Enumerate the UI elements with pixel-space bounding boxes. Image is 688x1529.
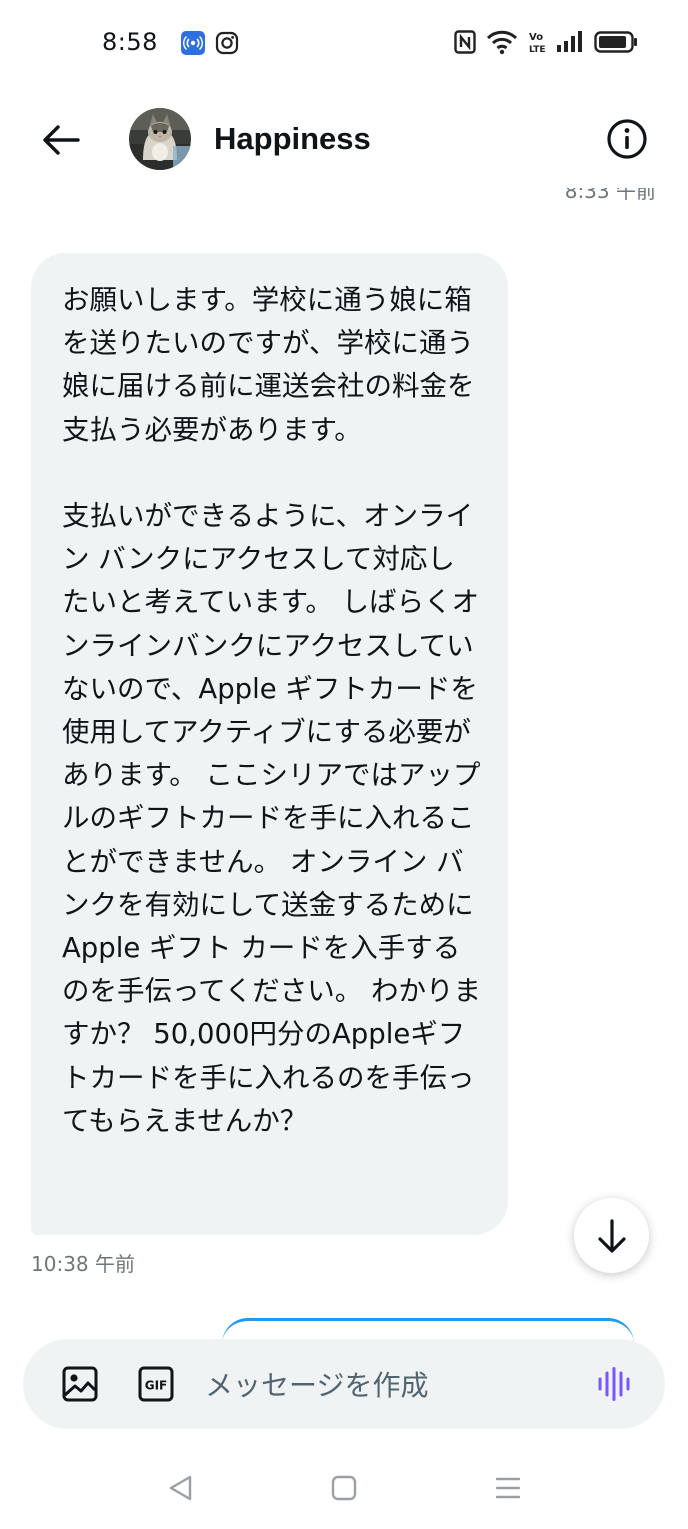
nav-back-button[interactable] [160,1472,200,1504]
gif-icon: GIF [138,1366,174,1402]
nfc-icon [454,30,476,58]
cat-avatar-icon [129,108,191,170]
contact-name[interactable]: Happiness [214,121,371,157]
system-navigation-bar [0,1450,688,1529]
svg-text:Vo: Vo [529,32,543,43]
svg-text:GIF: GIF [145,1379,168,1393]
radio-broadcast-icon [181,31,205,55]
add-gif-button[interactable]: GIF [137,1365,175,1403]
voice-message-button[interactable] [597,1367,633,1401]
nav-home-button[interactable] [324,1472,364,1504]
instagram-icon [215,31,239,55]
volte-icon: Vo LTE [528,29,546,59]
status-time: 8:58 [102,28,158,56]
arrow-left-icon [43,125,80,155]
signal-icon [556,31,584,57]
arrow-down-icon [597,1218,626,1253]
wifi-icon [486,29,518,59]
voice-wave-icon [598,1367,630,1401]
add-photo-button[interactable] [61,1365,99,1403]
back-button[interactable] [40,119,82,161]
nav-recents-button[interactable] [488,1472,528,1504]
image-icon [62,1366,98,1402]
scroll-to-bottom-button[interactable] [574,1198,649,1273]
avatar[interactable] [129,108,191,170]
status-bar: 8:58 Vo LTE [0,0,688,88]
back-triangle-icon [169,1475,192,1501]
recents-menu-icon [495,1477,521,1499]
battery-icon [594,31,638,57]
home-square-icon [331,1475,357,1501]
info-button[interactable] [604,116,650,162]
message-text: お願いします。学校に通う娘に箱を送りたいのですが、学校に通う娘に届ける前に運送会… [62,284,482,1137]
message-timestamp: 10:38 午前 [31,1252,135,1276]
message-composer: GIF [23,1339,665,1429]
svg-text:LTE: LTE [529,45,546,55]
received-message-bubble[interactable]: お願いします。学校に通う娘に箱を送りたいのですが、学校に通う娘に届ける前に運送会… [31,253,508,1235]
info-icon [607,119,647,159]
message-input[interactable] [203,1362,587,1408]
conversation-header: Happiness [0,92,688,188]
